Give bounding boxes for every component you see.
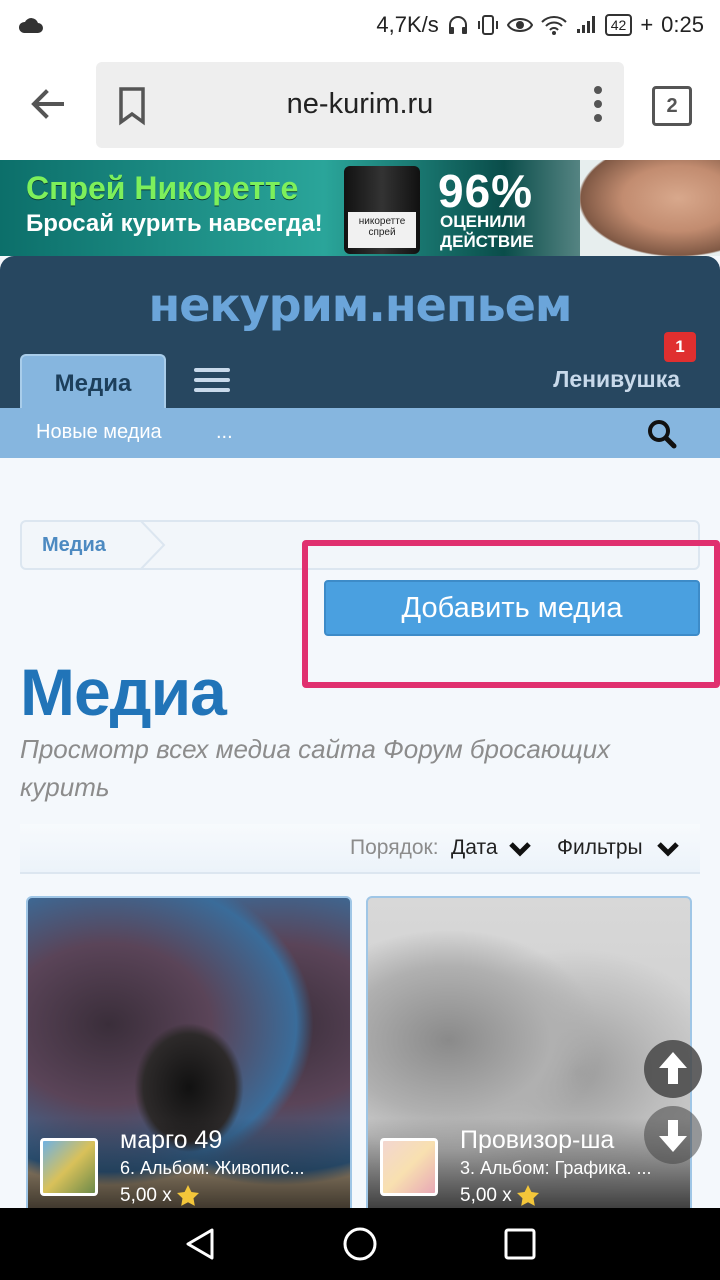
- notification-badge[interactable]: 1: [664, 332, 696, 362]
- card-rating: 5,00 х: [120, 1184, 200, 1208]
- chevron-down-icon[interactable]: [656, 840, 680, 863]
- ad-rating-text: ОЦЕНИЛИ ДЕЙСТВИЕ: [440, 212, 534, 252]
- status-bar: 4,7K/s 42 + 0:25: [0, 0, 720, 52]
- order-select[interactable]: Дата: [451, 836, 498, 860]
- nav-home-icon[interactable]: [342, 1226, 378, 1267]
- signal-icon: [575, 15, 597, 35]
- clock: 0:25: [661, 12, 704, 37]
- battery-indicator: 42: [604, 14, 633, 36]
- more-vert-icon[interactable]: [592, 82, 604, 131]
- order-label: Порядок:: [350, 836, 439, 859]
- eye-icon: [506, 15, 533, 35]
- user-menu[interactable]: Ленивушка: [553, 366, 680, 393]
- filter-bar: Порядок: Дата Фильтры: [20, 824, 700, 874]
- scroll-down-button[interactable]: [644, 1106, 702, 1164]
- tab-media[interactable]: Медиа: [20, 354, 166, 410]
- vibrate-icon: [477, 14, 499, 36]
- ad-banner[interactable]: Спрей Никоретте Бросай курить навсегда! …: [0, 160, 720, 256]
- ad-rating-line1: ОЦЕНИЛИ: [440, 212, 526, 231]
- rating-value: 5,00 х: [120, 1185, 172, 1206]
- rating-value: 5,00 х: [460, 1185, 512, 1206]
- subnav-more[interactable]: ...: [216, 421, 233, 444]
- star-icon: [516, 1185, 539, 1206]
- breadcrumb-media[interactable]: Медиа: [42, 534, 106, 557]
- logo-text: некурим.непьем: [148, 278, 572, 332]
- card-rating: 5,00 х: [460, 1184, 540, 1208]
- cloud-icon: [18, 14, 44, 40]
- avatar[interactable]: [380, 1138, 438, 1196]
- ad-product-image: никоретте спрей: [344, 166, 420, 254]
- chevron-down-icon[interactable]: [508, 840, 532, 863]
- arrow-up-icon: [659, 1052, 687, 1084]
- arrow-left-icon: [31, 89, 64, 119]
- browser-toolbar: ne-kurim.ru 2: [0, 52, 720, 160]
- page-title: Медиа: [20, 655, 227, 729]
- avatar[interactable]: [40, 1138, 98, 1196]
- page-description: Просмотр всех медиа сайта Форум бросающи…: [20, 734, 611, 802]
- card-title[interactable]: марго 49: [120, 1126, 222, 1155]
- site-logo[interactable]: некурим.непьем: [0, 278, 720, 332]
- address-bar[interactable]: ne-kurim.ru: [96, 62, 624, 148]
- ad-headline: Спрей Никоретте: [26, 170, 299, 206]
- ad-subline: Бросай курить навсегда!: [26, 210, 323, 237]
- system-nav-bar: [0, 1208, 720, 1280]
- wifi-icon: [541, 15, 567, 35]
- network-speed: 4,7K/s: [376, 12, 439, 37]
- nav-back-icon[interactable]: [182, 1226, 218, 1267]
- ad-product-label: никоретте спрей: [348, 212, 416, 248]
- menu-icon[interactable]: [194, 368, 230, 396]
- url-text: ne-kurim.ru: [286, 88, 434, 120]
- nav-recents-icon[interactable]: [502, 1226, 538, 1267]
- breadcrumb-separator: [139, 520, 166, 570]
- search-icon[interactable]: [646, 418, 678, 455]
- ad-percent: 96%: [438, 165, 534, 217]
- scroll-up-button[interactable]: [644, 1040, 702, 1098]
- arrow-down-icon: [659, 1120, 687, 1152]
- card-album[interactable]: 6. Альбом: Живопис...: [120, 1158, 340, 1179]
- headphones-icon: [447, 14, 469, 36]
- tab-switcher-button[interactable]: 2: [652, 86, 692, 126]
- media-card[interactable]: марго 49 6. Альбом: Живопис... 5,00 х: [26, 896, 352, 1216]
- card-title[interactable]: Провизор-ша: [460, 1126, 614, 1155]
- sub-navigation: Новые медиа ...: [0, 408, 720, 458]
- star-icon: [176, 1185, 199, 1206]
- add-media-button[interactable]: Добавить медиа: [324, 580, 700, 636]
- ad-photo: [580, 160, 720, 256]
- charging-plus: +: [640, 12, 654, 37]
- filters-button[interactable]: Фильтры: [557, 836, 643, 860]
- subnav-new-media[interactable]: Новые медиа: [36, 421, 162, 444]
- ad-rating-line2: ДЕЙСТВИЕ: [440, 232, 534, 251]
- back-button[interactable]: [24, 80, 72, 128]
- site-header: некурим.непьем Медиа Ленивушка: [0, 256, 720, 410]
